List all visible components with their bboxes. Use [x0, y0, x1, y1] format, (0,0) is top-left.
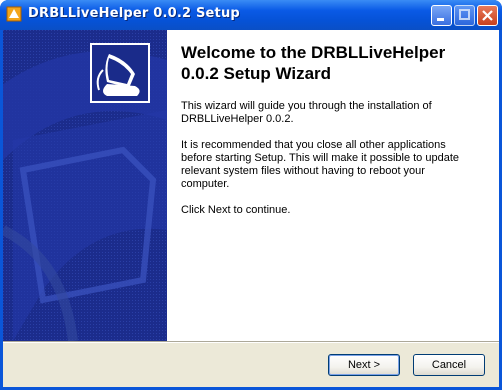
- installer-computer-icon: [90, 43, 150, 103]
- recommendation-text: It is recommended that you close all oth…: [181, 139, 460, 190]
- setup-window: DRBLLiveHelper 0.0.2 Setup Welcome to th…: [0, 0, 502, 390]
- installer-icon: [6, 6, 22, 22]
- divider: [3, 341, 499, 343]
- welcome-panel: Welcome to the DRBLLiveHelper 0.0.2 Setu…: [167, 30, 499, 341]
- window-title: DRBLLiveHelper 0.0.2 Setup: [28, 6, 240, 21]
- minimize-button[interactable]: [431, 5, 452, 26]
- maximize-icon: [459, 9, 470, 20]
- next-button[interactable]: Next >: [328, 354, 400, 376]
- cancel-button[interactable]: Cancel: [413, 354, 485, 376]
- page-title: Welcome to the DRBLLiveHelper 0.0.2 Setu…: [181, 43, 446, 83]
- minimize-icon: [437, 18, 444, 21]
- close-button[interactable]: [477, 5, 498, 26]
- close-icon: [482, 10, 493, 21]
- continue-text: Click Next to continue.: [181, 204, 291, 216]
- intro-text: This wizard will guide you through the i…: [181, 100, 432, 125]
- installer-welcome-graphic: [3, 30, 167, 341]
- maximize-button[interactable]: [454, 5, 475, 26]
- dialog-client: Welcome to the DRBLLiveHelper 0.0.2 Setu…: [3, 30, 499, 387]
- title-bar[interactable]: DRBLLiveHelper 0.0.2 Setup: [0, 0, 502, 30]
